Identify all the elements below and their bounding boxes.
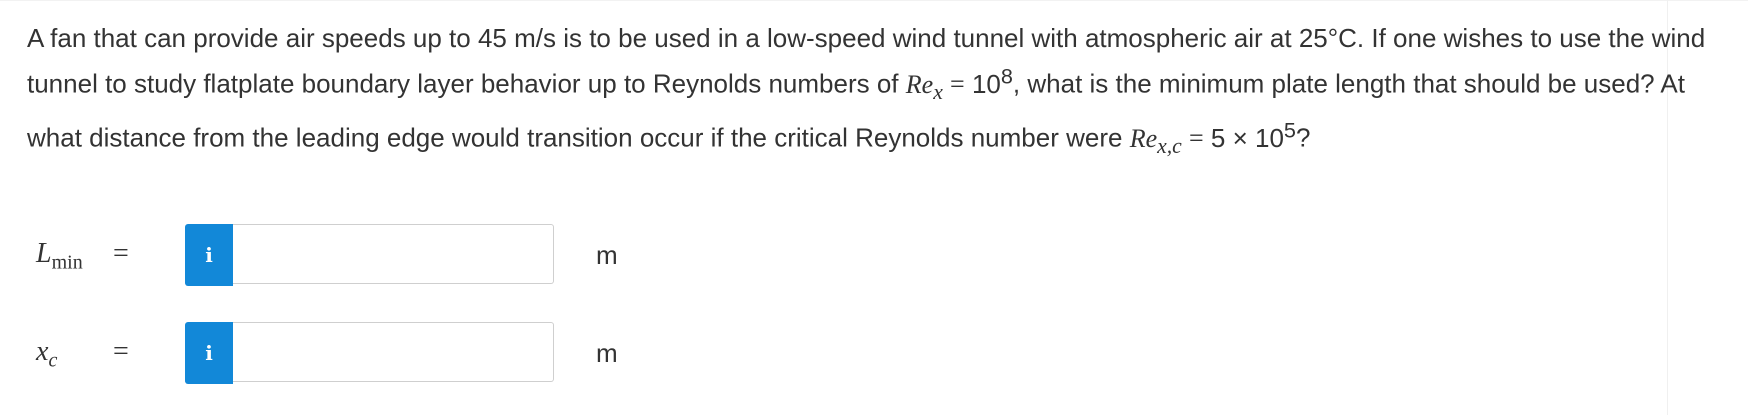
xc-answer-input[interactable] [233, 322, 554, 382]
xc-label: xc [36, 336, 58, 372]
answer-row-xc: xc = i m [0, 322, 1748, 384]
lmin-unit-label: m [596, 240, 618, 270]
problem-statement: A fan that can provide air speeds up to … [27, 19, 1727, 165]
re-xc-value: 5 × 105 [1210, 116, 1296, 153]
xc-unit-label: m [596, 338, 618, 368]
top-divider [0, 0, 1748, 1]
equals-sign: = [950, 69, 965, 99]
answer-row-lmin: Lmin = i m [0, 224, 1748, 286]
re-xc-symbol: Rex,c [1129, 123, 1182, 158]
info-icon[interactable]: i [185, 224, 233, 286]
re-x-value: 108 [971, 63, 1013, 99]
re-x-symbol: Rex [905, 69, 943, 104]
equals-sign: = [113, 336, 129, 367]
lmin-answer-input[interactable] [233, 224, 554, 284]
equals-sign: = [1188, 123, 1204, 153]
lmin-label: Lmin [36, 238, 83, 274]
info-icon[interactable]: i [185, 322, 233, 384]
equals-sign: = [113, 238, 129, 269]
problem-text-3: ? [1295, 122, 1311, 153]
